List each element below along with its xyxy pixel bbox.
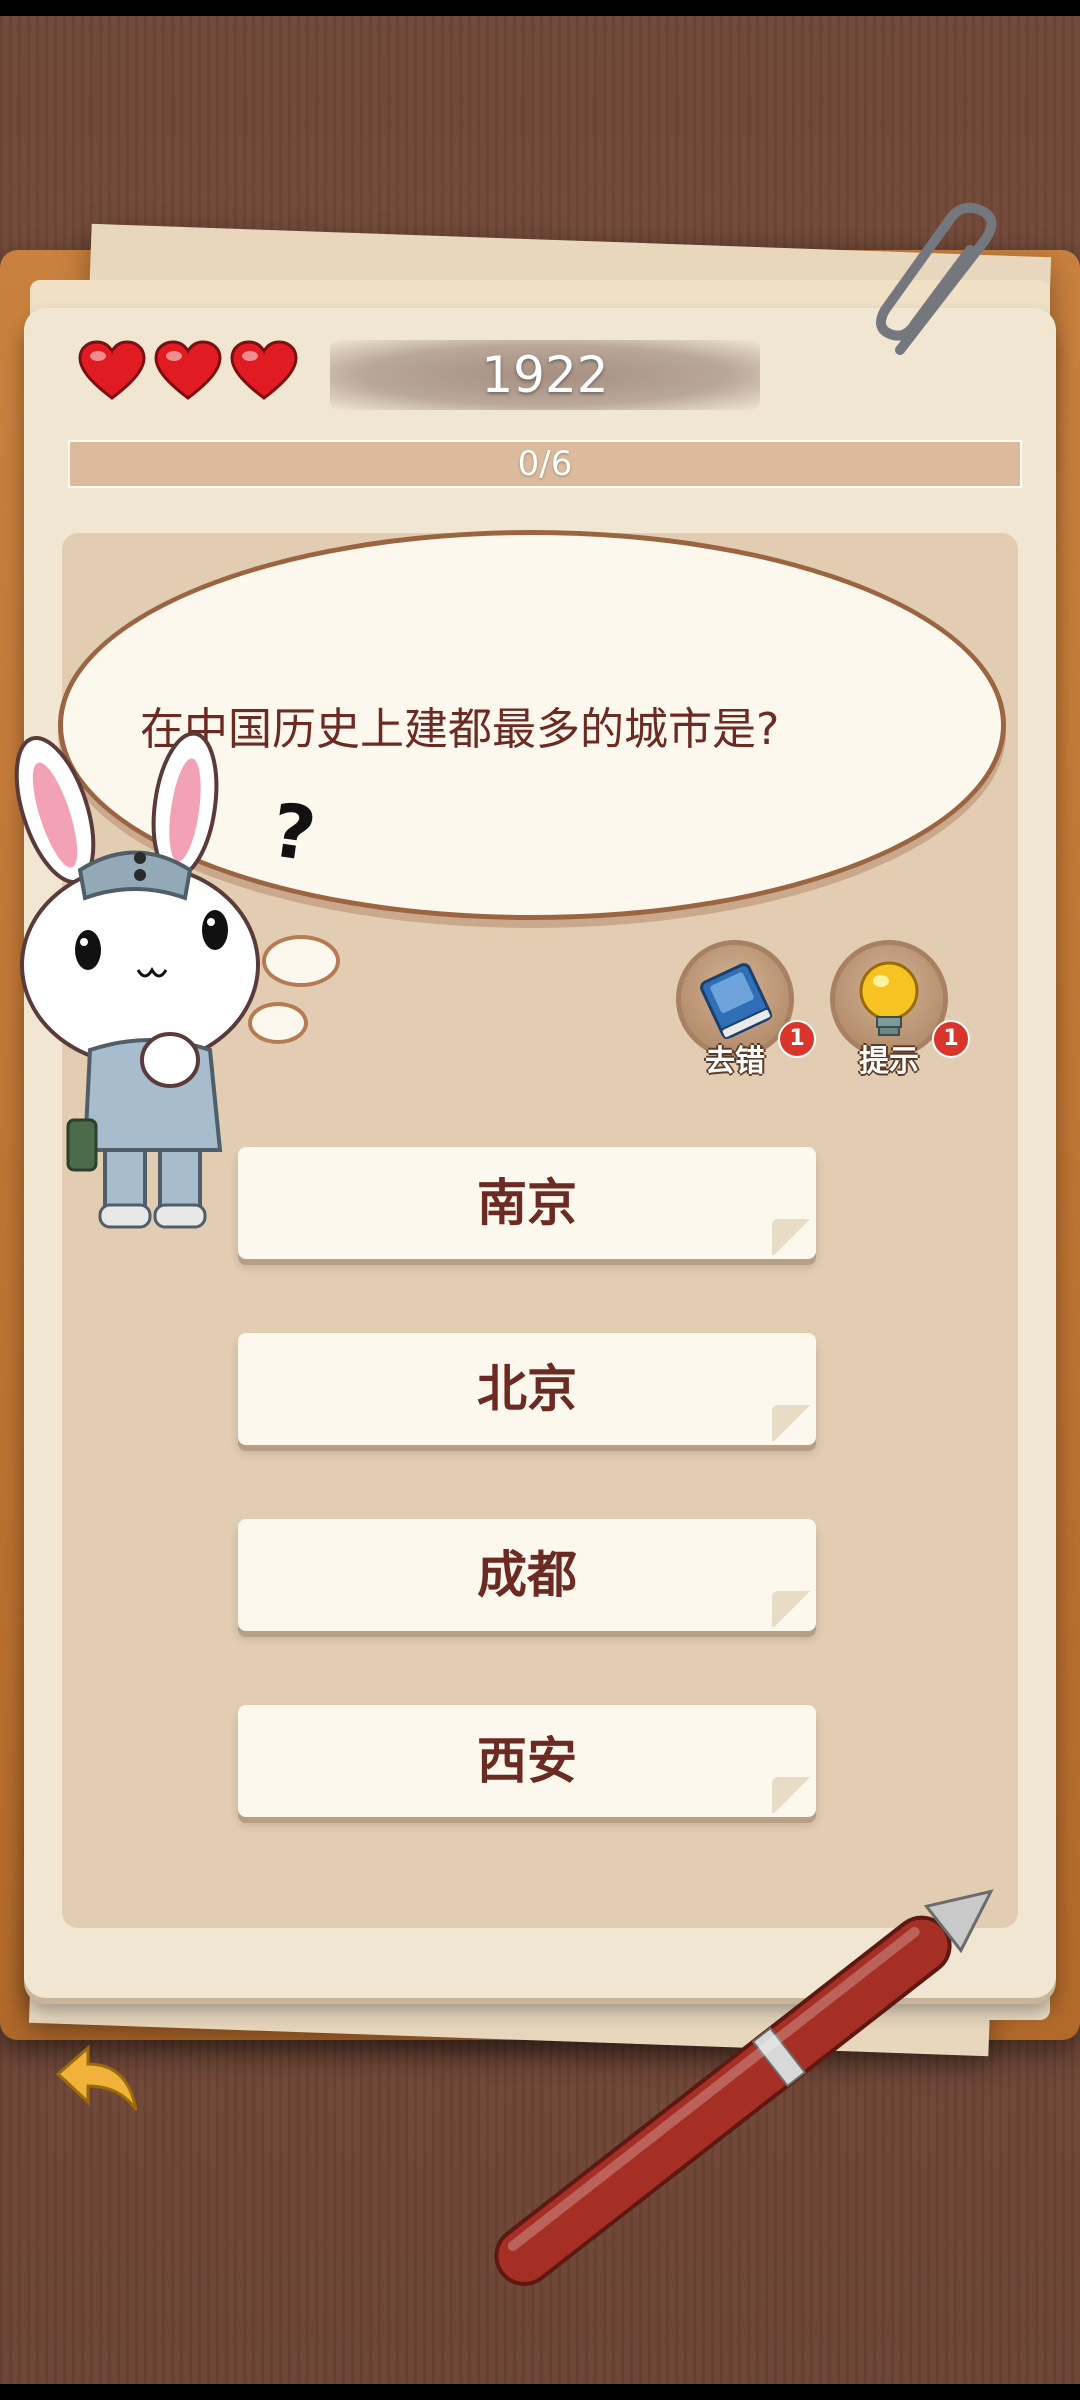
heart-icon (230, 340, 298, 400)
hint-badge: 1 (932, 1020, 970, 1058)
status-bar (0, 0, 1080, 16)
heart-icon (154, 340, 222, 400)
heart-icon (78, 340, 146, 400)
page-fold (772, 1405, 812, 1441)
back-arrow-icon[interactable] (48, 2040, 144, 2120)
navigation-bar (0, 2384, 1080, 2400)
progress-text: 0/6 (517, 444, 573, 484)
progress-bar: 0/6 (68, 440, 1022, 488)
page-fold (772, 1219, 812, 1255)
thought-bubble-large (262, 935, 340, 987)
answer-option-1[interactable]: 南京 (238, 1147, 816, 1259)
rabbit-character (14, 731, 260, 1229)
thought-bubble-small (248, 1002, 308, 1044)
game-screen: 1922 0/6 在中国历史上建都最多的城市是? ? 去错 1 提示 1 南京 … (0, 0, 1080, 2400)
answer-option-3[interactable]: 成都 (238, 1519, 816, 1631)
answer-label: 南京 (477, 1174, 577, 1232)
page-fold (772, 1591, 812, 1627)
lives-indicator (78, 340, 298, 402)
remove-wrong-badge: 1 (778, 1020, 816, 1058)
answer-label: 北京 (477, 1360, 577, 1418)
pen-decoration (494, 1889, 994, 2286)
paperclip-icon (876, 202, 997, 355)
answer-label: 西安 (477, 1732, 577, 1790)
answer-label: 成都 (477, 1546, 577, 1604)
answer-option-2[interactable]: 北京 (238, 1333, 816, 1445)
score-value: 1922 (481, 346, 609, 404)
